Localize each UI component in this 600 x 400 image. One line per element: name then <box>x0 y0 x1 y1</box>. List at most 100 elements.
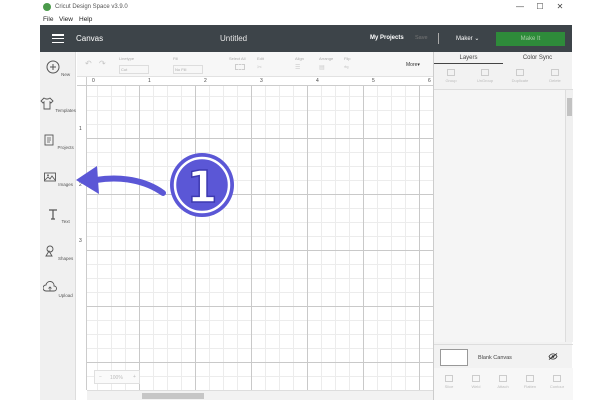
align-icon: ☰ <box>295 65 301 71</box>
tool-upload-label: Upload <box>58 293 73 298</box>
attach-button[interactable]: Attach <box>490 375 516 389</box>
design-canvas[interactable] <box>87 86 433 390</box>
tool-templates[interactable]: Templates <box>40 96 76 113</box>
linetype-control[interactable]: Linetype Cut <box>119 56 149 74</box>
tool-templates-label: Templates <box>55 108 76 113</box>
layers-panel: Layers Color Sync Group UnGroup Duplicat… <box>433 52 573 400</box>
ungroup-label: UnGroup <box>476 78 494 83</box>
fill-control[interactable]: Fill No Fill <box>173 56 203 74</box>
align-label: Align <box>295 56 304 61</box>
arrange-control[interactable]: Arrange ▤ <box>319 56 333 71</box>
undo-icon[interactable]: ↶ <box>85 59 92 68</box>
title-bar: Cricut Design Space v3.9.0 — ☐ ✕ <box>40 0 572 14</box>
layer-actions: Group UnGroup Duplicate Delete <box>434 64 573 90</box>
redo-icon[interactable]: ↷ <box>99 59 106 68</box>
menu-bar: File View Help <box>40 14 572 25</box>
shapes-icon <box>44 245 54 257</box>
ruler-corner <box>77 77 87 86</box>
linetype-select[interactable]: Cut <box>119 65 149 74</box>
app-logo-icon <box>43 3 51 11</box>
make-it-button[interactable]: Make It <box>496 32 565 46</box>
tool-text[interactable]: Text <box>40 207 76 224</box>
document-title[interactable]: Untitled <box>220 34 247 43</box>
tool-images-label: Images <box>58 182 74 187</box>
fill-select[interactable]: No Fill <box>173 65 203 74</box>
edit-toolbar: ↶ ↷ Linetype Cut Fill No Fill Select All… <box>77 52 433 77</box>
save-button[interactable]: Save <box>415 35 428 41</box>
duplicate-icon <box>516 69 524 76</box>
section-title: Canvas <box>76 34 104 43</box>
contour-button[interactable]: Contour <box>544 375 570 389</box>
ungroup-button[interactable]: UnGroup <box>468 69 502 83</box>
select-all-control[interactable]: Select All <box>229 56 245 70</box>
edit-label: Edit <box>257 56 264 61</box>
scrollbar-thumb[interactable] <box>142 393 204 399</box>
tool-shapes-label: Shapes <box>58 256 74 261</box>
tool-projects[interactable]: Projects <box>40 133 76 150</box>
my-projects-link[interactable]: My Projects <box>370 35 404 41</box>
tool-new[interactable]: New <box>40 60 76 77</box>
close-button[interactable]: ✕ <box>554 2 566 11</box>
zoom-control: − 100% + <box>94 370 140 384</box>
panel-tabs: Layers Color Sync <box>434 52 573 64</box>
tool-shapes[interactable]: Shapes <box>40 244 76 261</box>
linetype-label: Linetype <box>119 56 135 61</box>
menu-view[interactable]: View <box>59 16 73 23</box>
scissors-icon: ✂ <box>257 65 263 71</box>
ruler-tick: 1 <box>79 126 82 132</box>
duplicate-button[interactable]: Duplicate <box>503 69 537 83</box>
flatten-icon <box>526 375 534 382</box>
minimize-button[interactable]: — <box>514 2 526 11</box>
contour-icon <box>553 375 561 382</box>
layers-scrollbar[interactable] <box>565 90 573 342</box>
scrollbar-thumb[interactable] <box>567 98 572 116</box>
plus-icon <box>46 60 60 74</box>
zoom-in-button[interactable]: + <box>133 374 136 380</box>
ruler-tick: 3 <box>79 238 82 244</box>
canvas-color-swatch[interactable] <box>440 349 468 366</box>
flatten-button[interactable]: Flatten <box>517 375 543 389</box>
menu-help[interactable]: Help <box>79 16 92 23</box>
ruler-tick: 0 <box>92 78 95 84</box>
zoom-level: 100% <box>110 375 123 381</box>
attach-icon <box>499 375 507 382</box>
contour-label: Contour <box>549 384 565 389</box>
tool-projects-label: Projects <box>57 145 74 150</box>
projects-icon <box>44 134 54 146</box>
group-label: Group <box>445 78 457 83</box>
ruler-tick: 5 <box>372 78 375 84</box>
machine-select[interactable]: Maker ⌄ <box>456 35 479 42</box>
hamburger-menu-icon[interactable] <box>52 34 64 44</box>
delete-button[interactable]: Delete <box>538 69 572 83</box>
tab-layers[interactable]: Layers <box>434 52 503 64</box>
edit-control[interactable]: Edit ✂ <box>257 56 264 71</box>
tool-new-label: New <box>61 72 71 77</box>
more-button[interactable]: More▾ <box>406 62 420 68</box>
group-button[interactable]: Group <box>434 69 468 83</box>
tab-color-sync[interactable]: Color Sync <box>503 52 572 64</box>
duplicate-label: Duplicate <box>511 78 529 83</box>
tool-images[interactable]: Images <box>40 170 76 187</box>
ruler-tick: 1 <box>148 78 151 84</box>
header-divider <box>438 33 439 44</box>
layers-list <box>434 90 565 342</box>
hide-eye-icon[interactable] <box>548 353 558 360</box>
delete-label: Delete <box>549 78 561 83</box>
left-toolbar: New Templates Projects Images Text Shape… <box>40 52 76 400</box>
horizontal-scrollbar[interactable] <box>87 390 433 400</box>
flip-control[interactable]: Flip ⇋ <box>344 56 350 71</box>
align-control[interactable]: Align ☰ <box>295 56 304 71</box>
arrange-icon: ▤ <box>319 65 325 71</box>
trash-icon <box>551 69 559 76</box>
maximize-button[interactable]: ☐ <box>534 2 546 11</box>
tool-upload[interactable]: Upload <box>40 281 76 298</box>
ruler-tick: 2 <box>204 78 207 84</box>
weld-button[interactable]: Weld <box>463 375 489 389</box>
window-title: Cricut Design Space v3.9.0 <box>55 4 128 10</box>
zoom-out-button[interactable]: − <box>99 374 102 380</box>
slice-button[interactable]: Slice <box>436 375 462 389</box>
slice-label: Slice <box>444 384 454 389</box>
menu-file[interactable]: File <box>43 16 53 23</box>
blank-canvas-row[interactable]: Blank Canvas <box>434 344 573 368</box>
shirt-icon <box>40 97 54 110</box>
